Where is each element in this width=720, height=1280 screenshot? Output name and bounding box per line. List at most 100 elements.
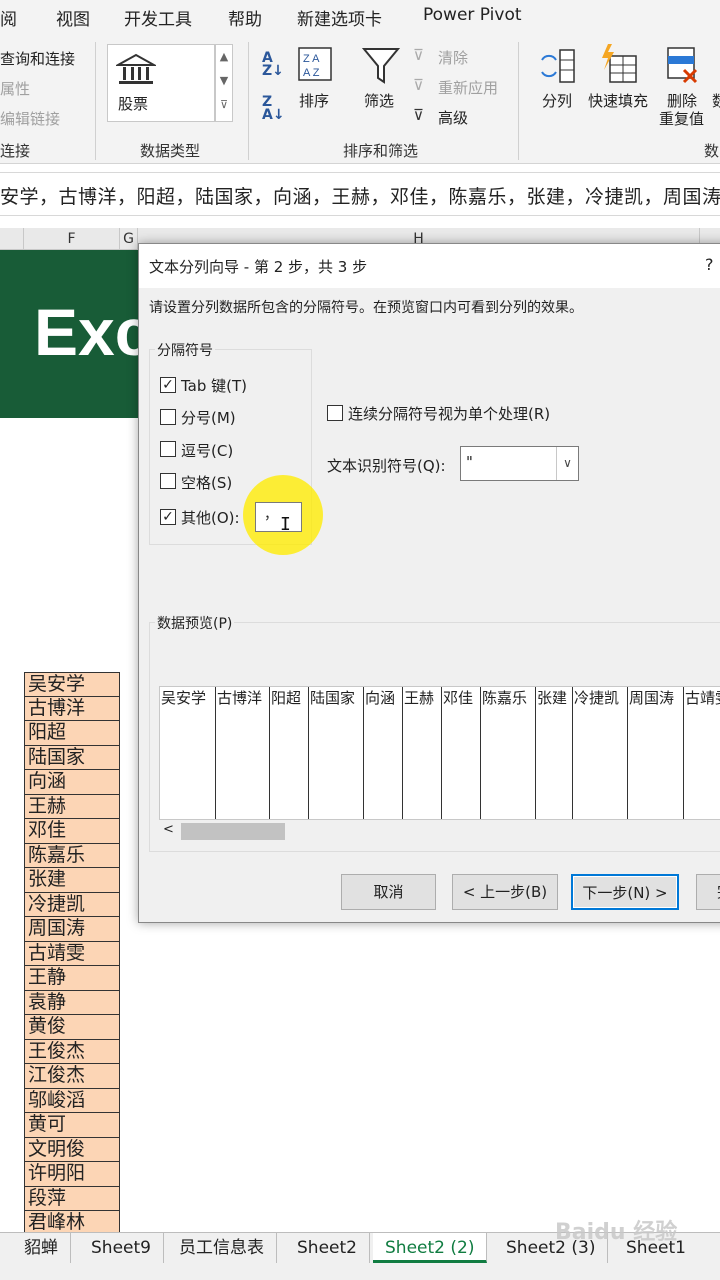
tab-review[interactable]: 阅 — [0, 5, 17, 30]
name-cell[interactable]: 冷捷凯 — [24, 892, 120, 917]
data-type-gallery[interactable]: 股票 — [107, 44, 215, 122]
filter-label[interactable]: 筛选 — [364, 90, 394, 111]
sort-desc-icon[interactable]: Z A↓ — [262, 95, 285, 122]
space-checkbox[interactable] — [160, 473, 176, 489]
edit-links-button[interactable]: 编辑链接 — [0, 108, 60, 129]
reapply-label[interactable]: 重新应用 — [438, 77, 498, 98]
text-cursor-icon: I — [280, 514, 291, 535]
text-to-columns-dialog: 文本分列向导 - 第 2 步，共 3 步 ? 请设置分列数据所包含的分隔符号。在… — [138, 243, 720, 923]
other-checkbox[interactable]: ✓ — [160, 509, 176, 525]
name-cell[interactable]: 陈嘉乐 — [24, 843, 120, 868]
name-cell[interactable]: 陆国家 — [24, 745, 120, 770]
ribbon: 查询和连接 属性 编辑链接 连接 股票 ▲ ▼ ⊽ 数据类型 A Z↓ Z A↓ Z A… — [0, 34, 720, 164]
excel-banner: Exc — [0, 250, 140, 418]
space-checkbox-label[interactable]: 空格(S) — [181, 472, 232, 493]
name-cell[interactable]: 向涵 — [24, 770, 120, 795]
preview-column: 邓佳 — [442, 687, 481, 819]
name-cell[interactable]: 古博洋 — [24, 696, 120, 721]
semicolon-checkbox-label[interactable]: 分号(M) — [181, 407, 236, 428]
flash-fill-label[interactable]: 快速填充 — [588, 90, 648, 111]
text-to-columns-icon[interactable] — [538, 46, 578, 86]
tab-view[interactable]: 视图 — [56, 5, 90, 30]
name-cell[interactable]: 江俊杰 — [24, 1064, 120, 1089]
scrollbar-thumb[interactable] — [181, 823, 285, 840]
queries-connections-button[interactable]: 查询和连接 — [0, 48, 75, 69]
preview-column: 吴安学 — [160, 687, 216, 819]
properties-button[interactable]: 属性 — [0, 78, 30, 99]
name-cell[interactable]: 张建 — [24, 868, 120, 893]
sheet-tab[interactable]: Sheet9 — [79, 1233, 164, 1263]
advanced-label[interactable]: 高级 — [438, 107, 468, 128]
name-cell[interactable]: 邬峻滔 — [24, 1088, 120, 1113]
qualifier-value: " — [466, 453, 473, 471]
name-cell[interactable]: 古靖雯 — [24, 941, 120, 966]
tab-developer[interactable]: 开发工具 — [124, 5, 192, 30]
name-cell[interactable]: 许明阳 — [24, 1162, 120, 1187]
preview-column: 向涵 — [364, 687, 403, 819]
name-cell[interactable]: 王俊杰 — [24, 1039, 120, 1064]
name-cell[interactable]: 王赫 — [24, 794, 120, 819]
finish-button[interactable]: 完 — [696, 874, 720, 910]
column-header-g[interactable]: G — [120, 228, 138, 250]
scroll-left-icon[interactable]: < — [163, 822, 174, 837]
name-cell[interactable]: 段萍 — [24, 1186, 120, 1211]
sheet-tab-active[interactable]: Sheet2 (2) — [373, 1233, 488, 1263]
next-button[interactable]: 下一步(N) > — [571, 874, 679, 910]
tab-power-pivot[interactable]: Power Pivot — [423, 5, 522, 25]
remove-duplicates-icon[interactable] — [664, 44, 700, 86]
name-cell[interactable]: 黄俊 — [24, 1015, 120, 1040]
remove-duplicates-label-line2[interactable]: 重复值 — [659, 108, 704, 129]
data-preview[interactable]: 吴安学 古博洋 阳超 陆国家 向涵 王赫 邓佳 陈嘉乐 张建 冷捷凯 周国涛 古… — [159, 686, 720, 820]
name-cell[interactable]: 文明俊 — [24, 1137, 120, 1162]
reapply-icon[interactable]: ⊽ — [413, 76, 424, 94]
name-cell[interactable]: 周国涛 — [24, 917, 120, 942]
preview-scrollbar[interactable]: < — [159, 820, 720, 842]
name-cell[interactable]: 黄可 — [24, 1113, 120, 1138]
text-to-columns-label[interactable]: 分列 — [542, 90, 572, 111]
qualifier-select[interactable]: " ∨ — [460, 446, 579, 481]
sort-asc-icon[interactable]: A Z↓ — [262, 51, 284, 78]
preview-column: 陆国家 — [309, 687, 364, 819]
cancel-button[interactable]: 取消 — [341, 874, 436, 910]
data-validation-label-partial[interactable]: 数 — [712, 90, 720, 111]
clear-label[interactable]: 清除 — [438, 47, 468, 68]
consecutive-checkbox[interactable] — [327, 405, 343, 421]
comma-checkbox-label[interactable]: 逗号(C) — [181, 440, 233, 461]
name-cell[interactable]: 君峰林 — [24, 1211, 120, 1232]
flash-fill-icon[interactable] — [598, 42, 638, 86]
filter-icon[interactable] — [362, 46, 400, 86]
consecutive-checkbox-label[interactable]: 连续分隔符号视为单个处理(R) — [348, 403, 550, 424]
tab-checkbox[interactable]: ✓ — [160, 377, 176, 393]
other-checkbox-label[interactable]: 其他(O): — [181, 507, 240, 528]
comma-checkbox[interactable] — [160, 441, 176, 457]
other-delimiter-input[interactable]: ， — [255, 502, 302, 532]
sheet-tab[interactable]: 员工信息表 — [167, 1233, 277, 1263]
tab-new[interactable]: 新建选项卡 — [297, 5, 382, 30]
back-button[interactable]: < 上一步(B) — [452, 874, 558, 910]
preview-column: 周国涛 — [628, 687, 684, 819]
tab-help[interactable]: 帮助 — [228, 5, 262, 30]
sheet-tab[interactable]: Sheet2 — [285, 1233, 370, 1263]
semicolon-checkbox[interactable] — [160, 409, 176, 425]
sort-filter-group-label: 排序和筛选 — [343, 142, 419, 160]
sort-label[interactable]: 排序 — [299, 90, 329, 111]
name-cell[interactable]: 王静 — [24, 966, 120, 991]
help-button[interactable]: ? — [705, 255, 714, 274]
formula-bar[interactable]: 安学，古博洋，阳超，陆国家，向涵，王赫，邓佳，陈嘉乐，张建，冷捷凯，周国涛 — [0, 172, 720, 216]
preview-label: 数据预览(P) — [155, 613, 235, 633]
names-column: 吴安学 古博洋 阳超 陆国家 向涵 王赫 邓佳 陈嘉乐 张建 冷捷凯 周国涛 古… — [24, 672, 120, 1232]
clear-filter-icon[interactable]: ⊽ — [413, 46, 424, 64]
sheet-tab[interactable]: 貂蝉 — [12, 1233, 71, 1263]
dialog-instruction: 请设置分列数据所包含的分隔符号。在预览窗口内可看到分列的效果。 — [149, 300, 583, 316]
name-cell[interactable]: 袁静 — [24, 990, 120, 1015]
bank-icon — [116, 53, 156, 84]
column-header-f[interactable]: F — [24, 228, 120, 250]
name-cell[interactable]: 吴安学 — [24, 672, 120, 697]
gallery-scroll[interactable]: ▲ ▼ ⊽ — [215, 44, 233, 122]
name-cell[interactable]: 阳超 — [24, 721, 120, 746]
sort-icon[interactable]: Z A A Z — [297, 46, 333, 82]
tab-checkbox-label[interactable]: Tab 键(T) — [181, 375, 247, 396]
name-cell[interactable]: 邓佳 — [24, 819, 120, 844]
advanced-filter-icon[interactable]: ⊽ — [413, 106, 424, 124]
chevron-down-icon[interactable]: ∨ — [556, 447, 578, 480]
